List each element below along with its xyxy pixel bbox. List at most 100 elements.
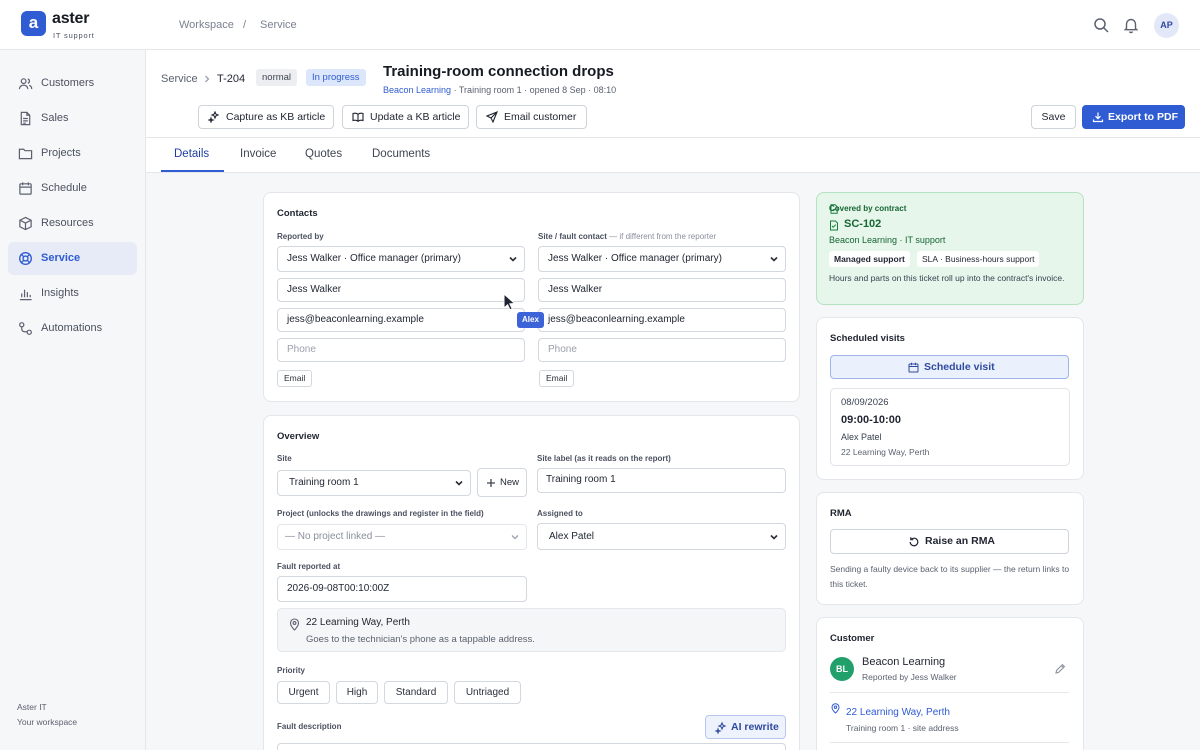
customer-reporter: Reported by Jess Walker xyxy=(862,672,957,682)
sidebar: Customers Sales Projects Schedule Resour… xyxy=(0,50,146,750)
ticket-id: T-204 xyxy=(217,73,246,85)
sidebar-item-customers[interactable]: Customers xyxy=(8,67,137,100)
sidebar-item-resources[interactable]: Resources xyxy=(8,207,137,240)
sidebar-item-service[interactable]: Service xyxy=(8,242,137,275)
divider xyxy=(830,692,1069,693)
site-contact-select[interactable]: Jess Walker · Office manager (primary) xyxy=(538,246,786,272)
schedule-visit-button[interactable]: Schedule visit xyxy=(830,355,1069,379)
header-breadcrumb-service[interactable]: Service xyxy=(161,73,198,85)
sidebar-item-schedule[interactable]: Schedule xyxy=(8,172,137,205)
pencil-icon[interactable] xyxy=(1054,663,1066,675)
customer-title: Customer xyxy=(830,633,875,644)
site-label-field[interactable]: Training room 1 xyxy=(537,468,786,493)
priority-standard-button[interactable]: Standard xyxy=(384,681,448,704)
customer-avatar: BL xyxy=(830,657,854,681)
sidebar-item-label: Resources xyxy=(41,217,94,229)
customer-address-link[interactable]: 22 Learning Way, Perth xyxy=(846,707,950,718)
contract-code[interactable]: SC-102 xyxy=(844,218,881,230)
ticket-meta: · Training room 1 · opened 8 Sep · 08:10 xyxy=(451,85,617,95)
raise-rma-button[interactable]: Raise an RMA xyxy=(830,529,1069,554)
priority-urgent-button[interactable]: Urgent xyxy=(277,681,330,704)
chevron-down-icon xyxy=(770,256,778,262)
sidebar-item-insights[interactable]: Insights xyxy=(8,277,137,310)
plus-icon xyxy=(487,479,495,487)
overview-title: Overview xyxy=(277,431,320,442)
rma-note: Sending a faulty device back to its supp… xyxy=(830,564,1070,589)
reporter-email-chip[interactable]: Email xyxy=(277,370,313,387)
priority-high-button[interactable]: High xyxy=(336,681,378,704)
app-logo[interactable]: a xyxy=(21,11,46,36)
visit-time: 09:00-10:00 xyxy=(841,414,901,426)
save-button[interactable]: Save xyxy=(1031,105,1076,129)
book-open-icon xyxy=(352,112,364,123)
tab-documents[interactable]: Documents xyxy=(372,148,430,160)
workspace-name: Aster IT xyxy=(17,702,47,712)
chevron-right-icon xyxy=(205,75,210,83)
contract-org: Beacon Learning · IT support xyxy=(829,235,946,245)
tab-invoice[interactable]: Invoice xyxy=(240,148,276,160)
visit-technician: Alex Patel xyxy=(841,432,882,442)
email-customer-button[interactable]: Email customer xyxy=(476,105,587,129)
map-pin-icon xyxy=(289,618,300,631)
send-icon xyxy=(486,111,498,123)
app-name: aster xyxy=(52,10,90,27)
site-select[interactable]: Training room 1 xyxy=(277,470,471,496)
new-site-button[interactable]: New xyxy=(477,468,527,497)
breadcrumb-workspace[interactable]: Workspace xyxy=(179,19,234,31)
reporter-phone-field[interactable]: Phone xyxy=(277,338,525,362)
fault-description-label: Fault description xyxy=(277,722,342,731)
export-pdf-button[interactable]: Export to PDF xyxy=(1082,105,1185,129)
customer-name[interactable]: Beacon Learning xyxy=(862,656,945,668)
site-contact-email-field[interactable]: jess@beaconlearning.example xyxy=(538,308,786,332)
page-title: Training-room connection drops xyxy=(383,63,614,80)
sidebar-item-sales[interactable]: Sales xyxy=(8,102,137,135)
fault-reported-field[interactable]: 2026-09-08T00:10:00Z xyxy=(277,576,527,602)
sidebar-item-label: Service xyxy=(41,252,81,264)
assigned-to-select[interactable]: Alex Patel xyxy=(537,523,786,550)
update-kb-button[interactable]: Update a KB article xyxy=(342,105,469,129)
fault-description-field[interactable] xyxy=(277,743,786,750)
divider xyxy=(830,742,1069,743)
customer-link[interactable]: Beacon Learning xyxy=(383,85,451,95)
reporter-name-field[interactable]: Jess Walker xyxy=(277,278,525,302)
site-contact-email-chip[interactable]: Email xyxy=(539,370,575,387)
chevron-down-icon xyxy=(770,534,778,540)
address-line: 22 Learning Way, Perth xyxy=(306,617,410,628)
visit-date: 08/09/2026 xyxy=(841,397,889,408)
sidebar-item-automations[interactable]: Automations xyxy=(8,312,137,345)
assigned-to-label: Assigned to xyxy=(537,509,583,518)
project-select[interactable]: — No project linked — xyxy=(277,524,527,550)
breadcrumb-service[interactable]: Service xyxy=(260,19,297,31)
bell-icon[interactable] xyxy=(1122,16,1140,34)
reporter-email-field[interactable]: jess@beaconlearning.example xyxy=(277,308,525,332)
collaborator-presence-tag: Alex xyxy=(517,312,544,328)
visit-item[interactable]: 08/09/2026 09:00-10:00 Alex Patel 22 Lea… xyxy=(830,388,1070,466)
users-icon xyxy=(18,78,33,90)
address-panel: 22 Learning Way, Perth Goes to the techn… xyxy=(277,608,786,652)
tab-details[interactable]: Details xyxy=(174,148,209,160)
search-icon[interactable] xyxy=(1092,16,1110,34)
sidebar-item-label: Automations xyxy=(41,322,103,334)
tab-quotes[interactable]: Quotes xyxy=(305,148,342,160)
site-label-label: Site label (as it reads on the report) xyxy=(537,454,671,463)
contract-card: Covered by contract SC-102 Beacon Learni… xyxy=(816,192,1084,305)
site-contact-name-field[interactable]: Jess Walker xyxy=(538,278,786,302)
capture-kb-button[interactable]: Capture as KB article xyxy=(198,105,334,129)
ai-rewrite-button[interactable]: AI rewrite xyxy=(705,715,786,739)
ticket-subtitle: Beacon Learning · Training room 1 · open… xyxy=(383,85,616,95)
priority-untriaged-button[interactable]: Untriaged xyxy=(454,681,521,704)
bar-chart-icon xyxy=(19,289,32,301)
contract-icon xyxy=(830,220,838,231)
top-bar: a aster IT support Workspace / Service A… xyxy=(0,0,1200,50)
contract-plan-badge: Managed support xyxy=(829,251,910,267)
sidebar-item-label: Schedule xyxy=(41,182,87,194)
project-label: Project (unlocks the drawings and regist… xyxy=(277,509,484,518)
calendar-icon xyxy=(908,362,919,373)
status-badge: In progress xyxy=(306,69,366,86)
user-avatar[interactable]: AP xyxy=(1154,13,1179,38)
site-contact-phone-field[interactable]: Phone xyxy=(538,338,786,362)
scheduled-visits-title: Scheduled visits xyxy=(830,333,905,344)
reporter-select[interactable]: Jess Walker · Office manager (primary) xyxy=(277,246,525,272)
document-icon xyxy=(20,111,31,126)
sidebar-item-projects[interactable]: Projects xyxy=(8,137,137,170)
